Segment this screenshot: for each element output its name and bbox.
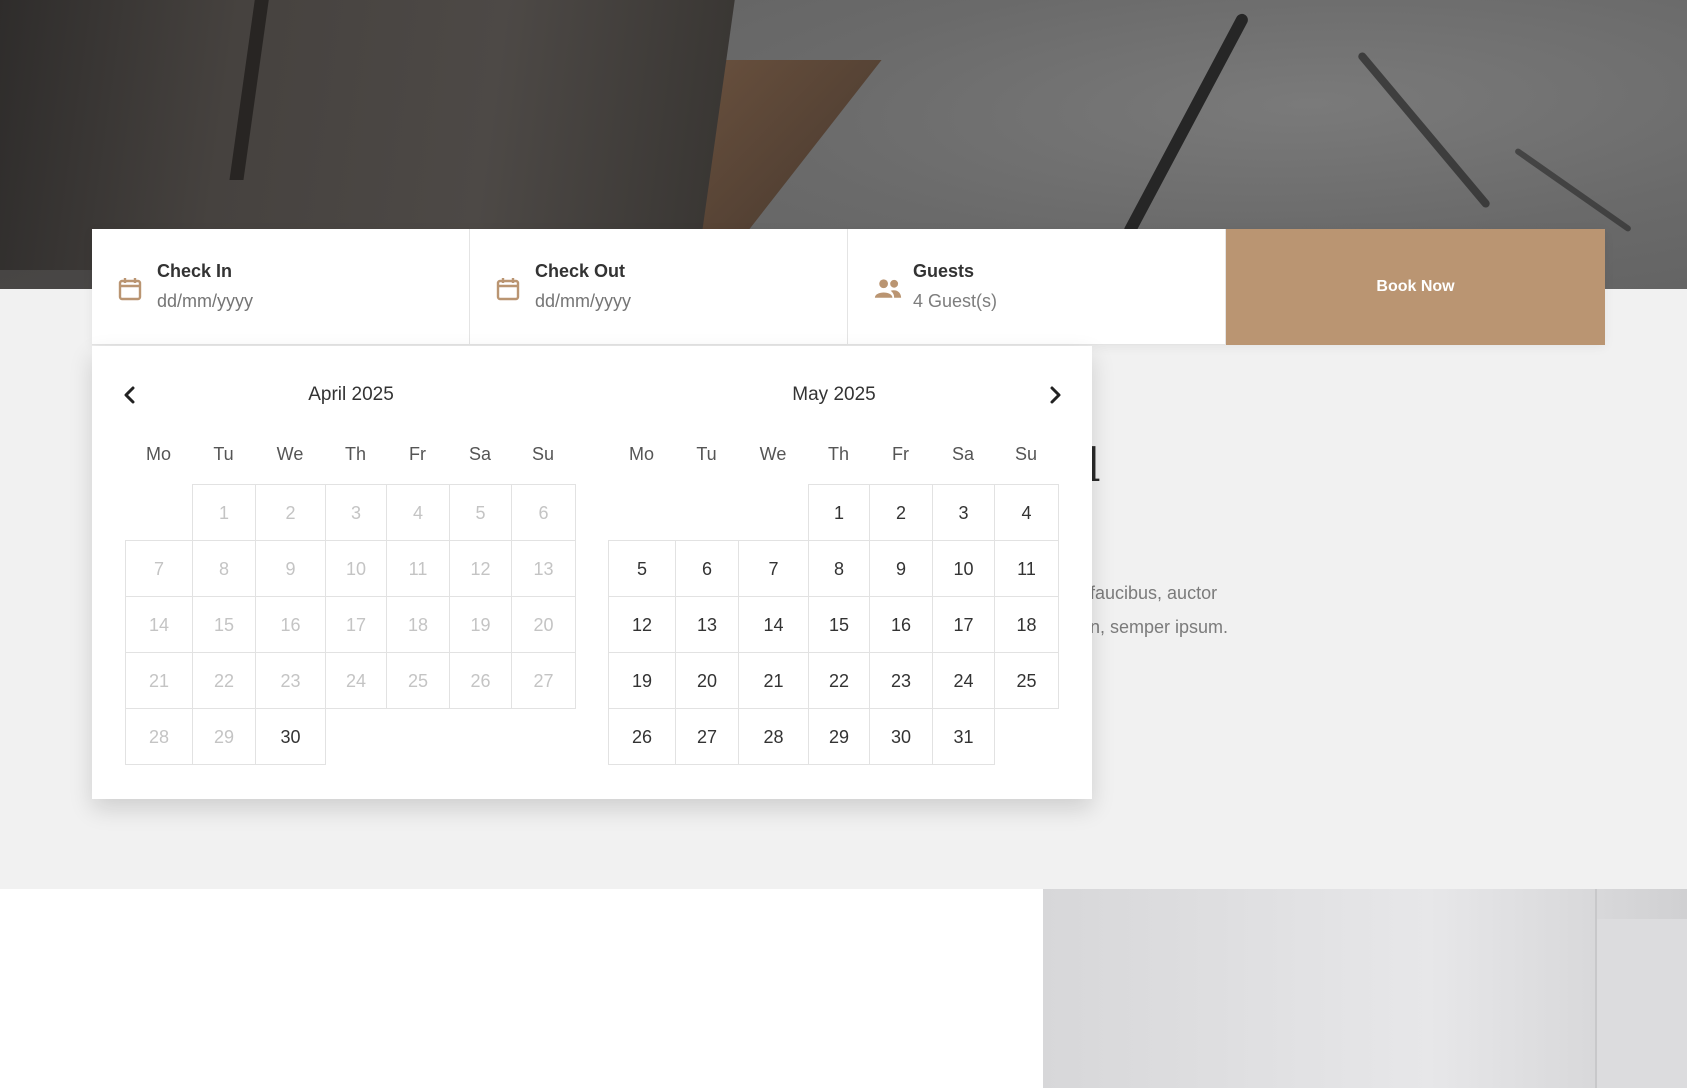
day-cell[interactable]: 8 — [808, 540, 870, 597]
room-image — [1043, 889, 1687, 1088]
day-cell[interactable]: 26 — [608, 708, 676, 765]
day-cell[interactable]: 2 — [869, 484, 933, 541]
day-cell[interactable]: 3 — [932, 484, 995, 541]
day-cell: 26 — [449, 652, 512, 709]
day-cell: 5 — [449, 484, 512, 541]
date-picker: April 2025 Mo Tu We Th Fr Sa Su 1 2 3 4 5 6 7 8 9 10 11 1… — [92, 346, 1092, 799]
day-cell[interactable]: 30 — [255, 708, 326, 765]
day-cell: 28 — [125, 708, 193, 765]
day-cell[interactable]: 18 — [994, 596, 1059, 653]
day-cell: 17 — [325, 596, 387, 653]
day-cell[interactable]: 24 — [932, 652, 995, 709]
weekday-label: Th — [827, 444, 849, 464]
check-out-label: Check Out — [535, 261, 626, 281]
day-cell[interactable]: 31 — [932, 708, 995, 765]
day-cell[interactable]: 25 — [994, 652, 1059, 709]
day-cell: 20 — [511, 596, 576, 653]
weekday-header: Mo Tu We Th Fr Sa Su — [125, 444, 575, 465]
paragraph-line: n, semper ipsum. — [1090, 617, 1229, 637]
weekday-label: Sa — [951, 444, 975, 464]
weekday-label: Th — [344, 444, 366, 464]
day-cell: 1 — [192, 484, 256, 541]
guests-label: Guests — [913, 261, 975, 281]
day-cell[interactable]: 27 — [675, 708, 739, 765]
day-cell: 12 — [449, 540, 512, 597]
weekday-label: We — [276, 444, 304, 464]
check-in-label: Check In — [157, 261, 233, 281]
day-cell[interactable]: 11 — [994, 540, 1059, 597]
day-cell[interactable]: 15 — [808, 596, 870, 653]
day-cell[interactable]: 10 — [932, 540, 995, 597]
day-cell: 16 — [255, 596, 326, 653]
weekday-label: Su — [1014, 444, 1038, 464]
day-cell: 15 — [192, 596, 256, 653]
day-cell: 4 — [386, 484, 450, 541]
weekday-label: We — [759, 444, 787, 464]
day-cell: 18 — [386, 596, 450, 653]
weekday-label: Tu — [696, 444, 717, 464]
weekday-label: Fr — [409, 444, 426, 464]
day-cell: 2 — [255, 484, 326, 541]
month-title: April 2025 — [308, 384, 394, 405]
day-cell: 14 — [125, 596, 193, 653]
day-cell: 10 — [325, 540, 387, 597]
day-cell[interactable]: 19 — [608, 652, 676, 709]
day-cell: 6 — [511, 484, 576, 541]
day-cell: 27 — [511, 652, 576, 709]
paragraph-line: faucibus, auctor — [1090, 583, 1218, 603]
day-cell[interactable]: 7 — [738, 540, 809, 597]
day-cell[interactable]: 16 — [869, 596, 933, 653]
day-cell[interactable]: 6 — [675, 540, 739, 597]
day-cell[interactable]: 21 — [738, 652, 809, 709]
day-cell[interactable]: 4 — [994, 484, 1059, 541]
day-cell: 22 — [192, 652, 256, 709]
day-cell[interactable]: 9 — [869, 540, 933, 597]
day-cell: 24 — [325, 652, 387, 709]
day-cell[interactable]: 1 — [808, 484, 870, 541]
day-cell: 11 — [386, 540, 450, 597]
weekday-label: Fr — [892, 444, 909, 464]
day-cell: 25 — [386, 652, 450, 709]
users-icon — [874, 279, 902, 298]
check-out-input[interactable] — [535, 291, 815, 312]
day-cell[interactable]: 29 — [808, 708, 870, 765]
guests-field[interactable]: Guests 4 Guest(s) — [848, 229, 1226, 345]
day-cell[interactable]: 14 — [738, 596, 809, 653]
weekday-label: Tu — [213, 444, 234, 464]
book-now-button[interactable]: Book Now — [1226, 229, 1605, 345]
calendar-icon — [118, 278, 142, 301]
day-cell: 13 — [511, 540, 576, 597]
day-cell[interactable]: 12 — [608, 596, 676, 653]
check-in-input[interactable] — [157, 291, 437, 312]
guests-value: 4 Guest(s) — [913, 291, 998, 311]
day-cell[interactable]: 20 — [675, 652, 739, 709]
weekday-label: Mo — [145, 444, 171, 464]
day-cell: 23 — [255, 652, 326, 709]
day-cell: 9 — [255, 540, 326, 597]
weekday-label: Sa — [468, 444, 492, 464]
day-cell: 8 — [192, 540, 256, 597]
day-cell[interactable]: 22 — [808, 652, 870, 709]
day-cell: 29 — [192, 708, 256, 765]
weekday-label: Mo — [628, 444, 654, 464]
day-cell[interactable]: 17 — [932, 596, 995, 653]
day-cell: 19 — [449, 596, 512, 653]
day-cell[interactable]: 28 — [738, 708, 809, 765]
weekday-label: Su — [531, 444, 555, 464]
day-cell: 7 — [125, 540, 193, 597]
day-cell: 21 — [125, 652, 193, 709]
check-out-field[interactable]: Check Out — [470, 229, 848, 345]
booking-bar: Check In Check Out Guests 4 Guest(s) Boo… — [92, 229, 1605, 345]
day-cell[interactable]: 30 — [869, 708, 933, 765]
day-cell: 3 — [325, 484, 387, 541]
day-cell[interactable]: 23 — [869, 652, 933, 709]
weekday-header: Mo Tu We Th Fr Sa Su — [608, 444, 1058, 465]
day-cell[interactable]: 13 — [675, 596, 739, 653]
calendar-icon — [496, 278, 520, 301]
section-paragraph: faucibus, auctor n, semper ipsum. — [1090, 576, 1228, 644]
month-title: May 2025 — [792, 384, 876, 405]
check-in-field[interactable]: Check In — [92, 229, 470, 345]
day-cell[interactable]: 5 — [608, 540, 676, 597]
